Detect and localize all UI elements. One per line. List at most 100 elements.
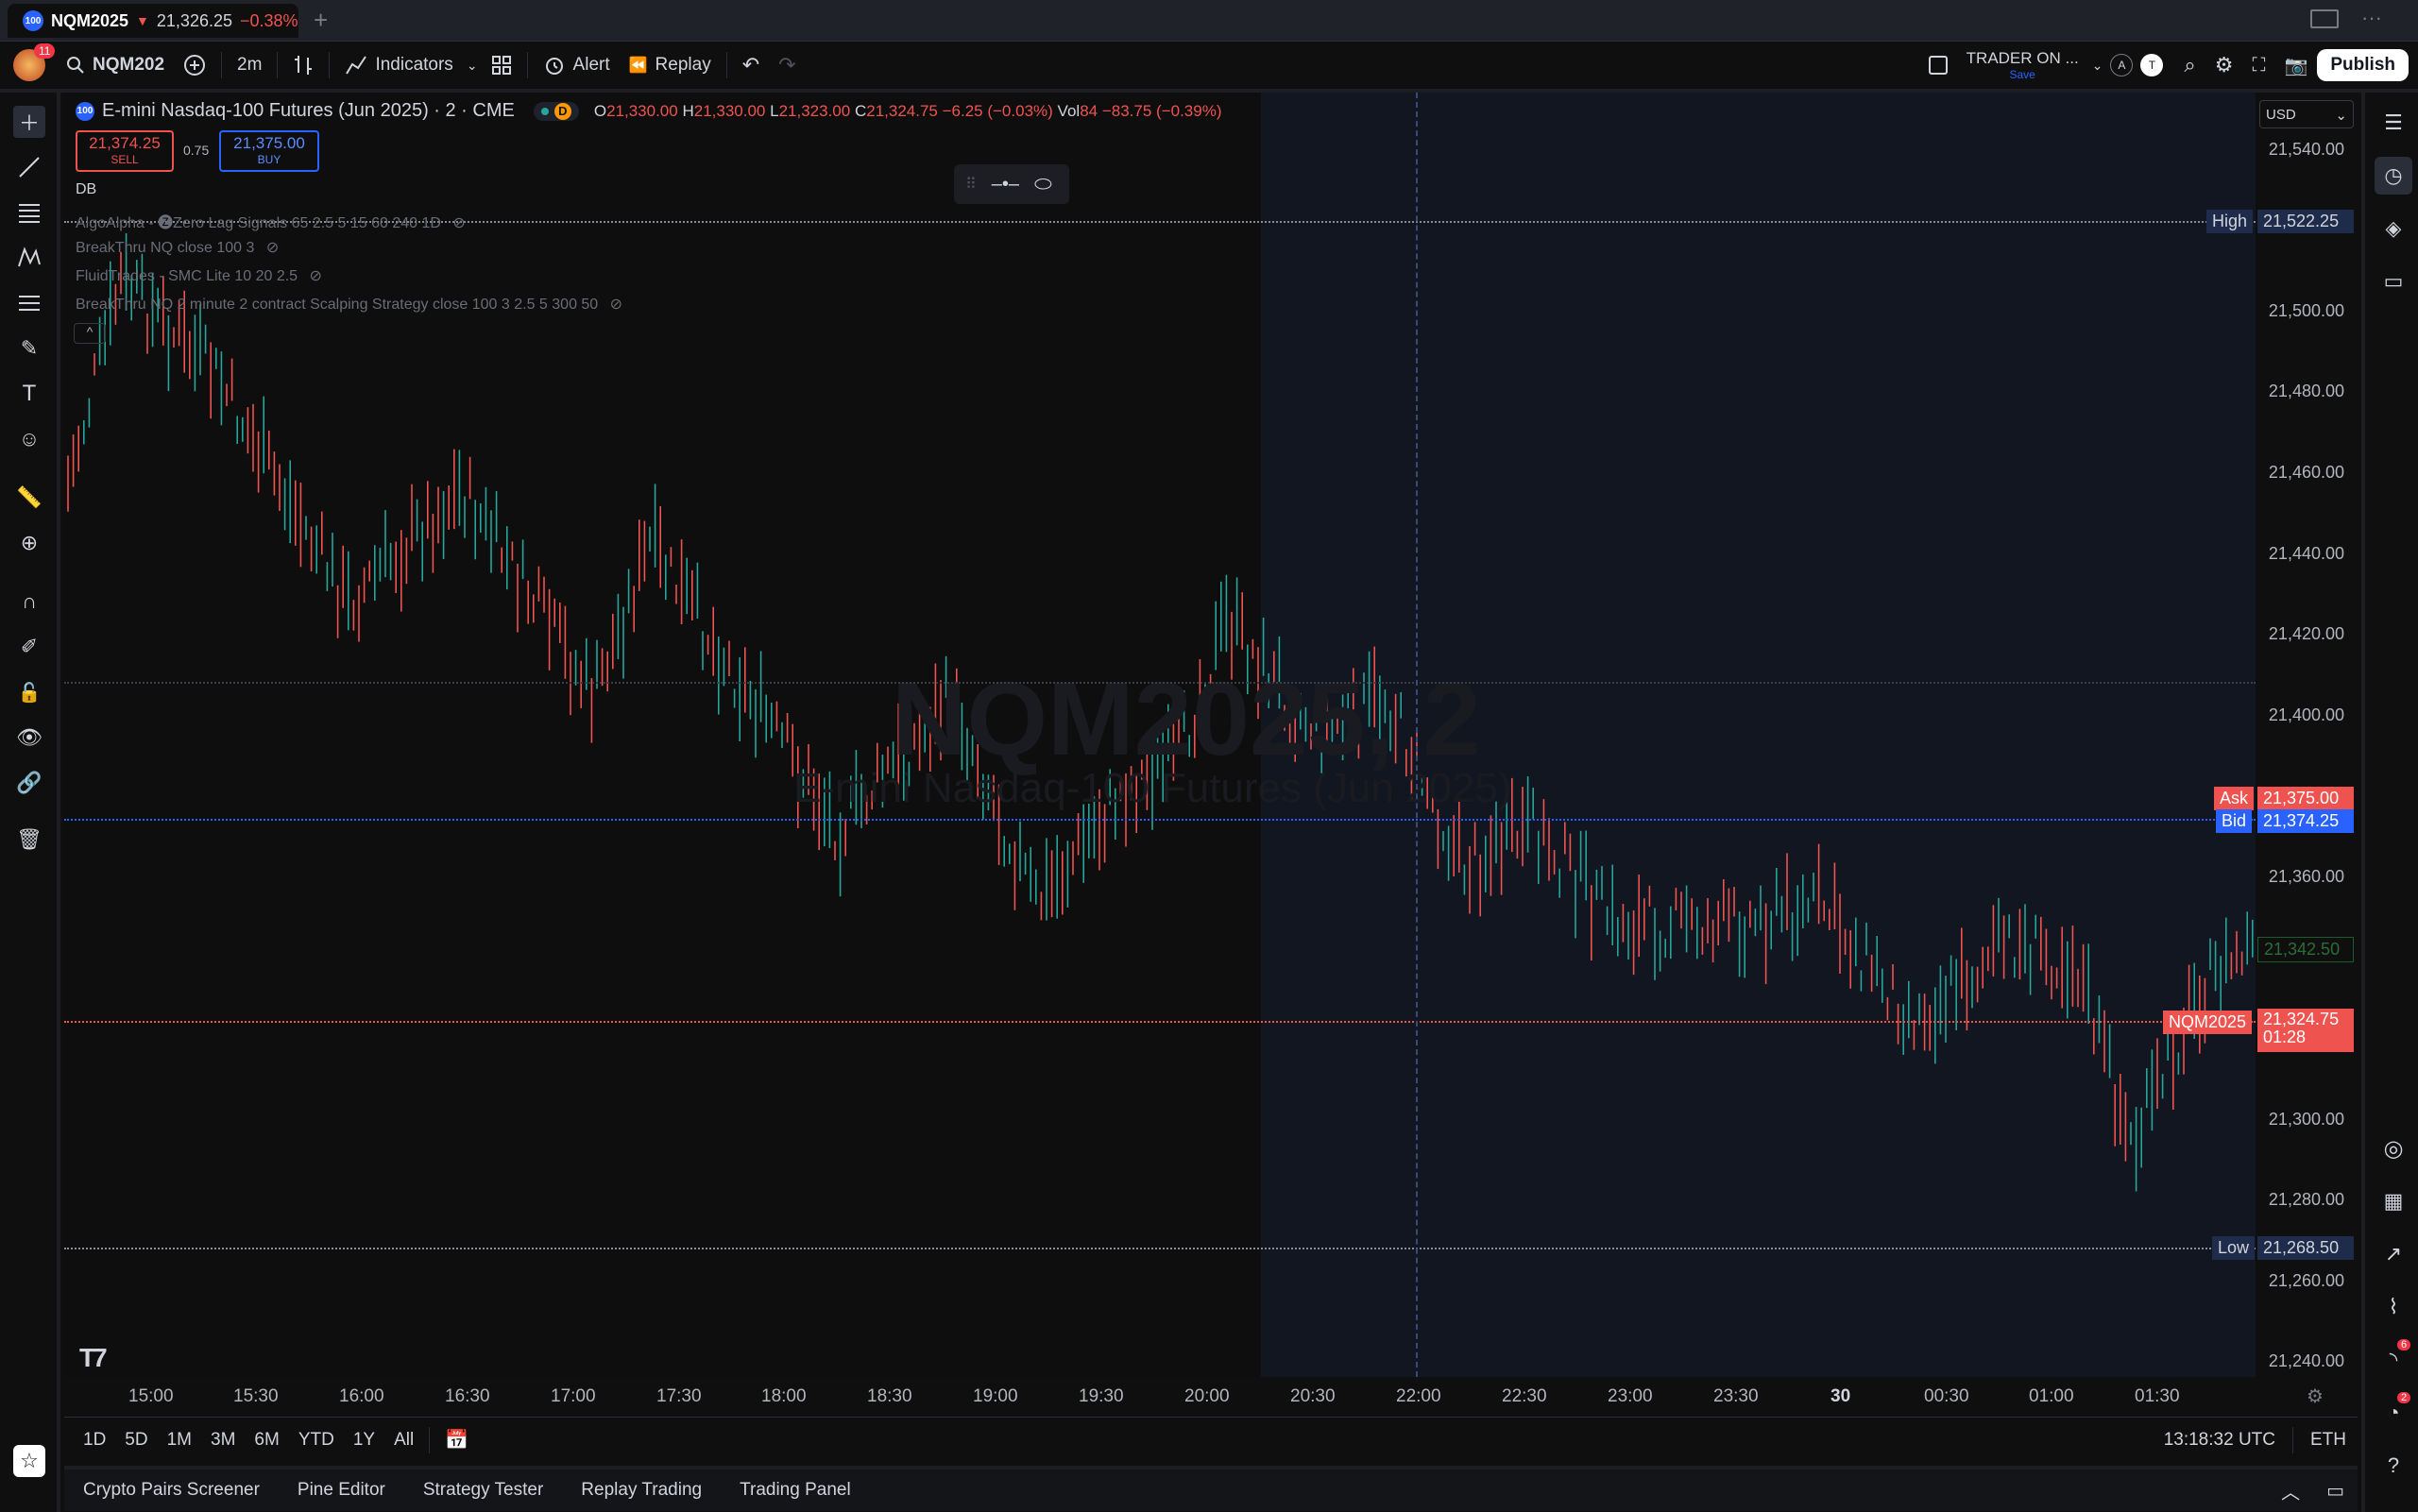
interval-text: 2m [237, 55, 263, 75]
measure-tool[interactable]: 📏 [13, 482, 45, 514]
replay-button[interactable]: ⏪ Replay [620, 46, 721, 84]
range-all[interactable]: All [384, 1430, 423, 1451]
high-value: 21,330.00 [693, 101, 766, 120]
indicator-row[interactable]: BreakThru NQ 2 minute 2 contract Scalpin… [76, 295, 622, 314]
snapshot-button[interactable]: 📷 [2274, 46, 2317, 84]
indicator-row[interactable]: AlgoAlpha - 🅩Zero Lag Signals 65 2.5 5 1… [76, 210, 466, 232]
new-tab-icon[interactable]: + [314, 6, 328, 35]
floating-toolbar[interactable]: ⠿ –•– ⬭ [954, 164, 1069, 204]
session-toggle[interactable]: ETH [2299, 1430, 2358, 1451]
indicator-row[interactable]: BreakThru NQ close 100 3 ⊘ [76, 238, 279, 257]
crosshair-tool[interactable]: ＋ [13, 106, 45, 138]
horizontal-line-icon[interactable]: –•– [992, 174, 1019, 195]
notifications-button[interactable]: ◔ 2 [2375, 1392, 2412, 1432]
low-label: L [770, 101, 779, 120]
eye-hidden-icon[interactable]: ⊘ [310, 268, 322, 284]
redo-button[interactable]: ↷ [769, 46, 805, 84]
help-button[interactable]: ? [2375, 1447, 2412, 1485]
news-button[interactable]: ◝ 6 [2375, 1339, 2412, 1379]
drag-handle-icon[interactable]: ⠿ [965, 175, 977, 194]
range-1y[interactable]: 1Y [344, 1430, 384, 1451]
price-scale[interactable]: USD ⌄ 21,540.00 21,500.00 21,480.00 21,46… [2256, 93, 2358, 1415]
quick-search-button[interactable]: ⌕ [2174, 46, 2205, 84]
tradingview-logo[interactable]: T7 [79, 1343, 108, 1373]
projection-tool[interactable] [13, 287, 45, 319]
alert-button[interactable]: Alert [534, 46, 620, 84]
eye-hidden-icon[interactable]: ⊘ [452, 215, 465, 231]
object-tree-button[interactable]: ◈ [2375, 210, 2412, 247]
trading-button[interactable]: ↗ [2375, 1235, 2412, 1273]
lock-tool[interactable]: 🔓 [13, 676, 45, 708]
settings-button[interactable]: ⚙ [2205, 46, 2243, 84]
emoji-tool[interactable]: ☺ [13, 423, 45, 455]
trendline-tool[interactable] [13, 151, 45, 183]
last-price-tag: 21,324.75 01:28 [2257, 1009, 2354, 1052]
shape-icon[interactable]: ⬭ [1034, 172, 1052, 196]
avatar-t[interactable]: T [2140, 54, 2164, 76]
indicator-label: AlgoAlpha - 🅩Zero Lag Signals 65 2.5 5 1… [76, 215, 441, 231]
tab-trading-panel[interactable]: Trading Panel [721, 1480, 870, 1501]
link-tool[interactable]: 🔗 [13, 767, 45, 799]
sell-button[interactable]: 21,374.25 SELL [76, 130, 174, 172]
calendar-button[interactable]: ▦ [2375, 1182, 2412, 1220]
market-status[interactable]: D [533, 101, 579, 121]
buy-button[interactable]: 21,375.00 BUY [219, 130, 319, 172]
pattern-tool[interactable] [13, 242, 45, 274]
chats-button[interactable]: ▭ [2375, 263, 2412, 300]
utc-clock[interactable]: 13:18:32 UTC [2153, 1430, 2287, 1451]
currency-select[interactable]: USD ⌄ [2259, 100, 2354, 128]
user-avatar[interactable]: 11 [13, 43, 56, 81]
range-3m[interactable]: 3M [201, 1430, 245, 1451]
spread-value: 0.75 [183, 143, 210, 158]
time-label: 23:00 [1608, 1386, 1653, 1406]
goto-date-button[interactable]: 📅 [435, 1428, 478, 1452]
layouts-button[interactable] [482, 46, 521, 84]
ideas-button[interactable]: ◎ [2375, 1130, 2412, 1167]
tab-replay-trading[interactable]: Replay Trading [562, 1480, 721, 1501]
undo-button[interactable]: ↶ [733, 46, 769, 84]
layout-checkbox[interactable] [1919, 46, 1957, 84]
range-1d[interactable]: 1D [64, 1430, 115, 1451]
interval-button[interactable]: 2m [228, 46, 271, 84]
range-5d[interactable]: 5D [115, 1430, 157, 1451]
indicator-row[interactable]: FluidTrades - SMC Lite 10 20 2.5 ⊘ [76, 266, 322, 285]
publish-button[interactable]: Publish [2317, 49, 2409, 81]
maximize-panel-icon[interactable]: ▭ [2313, 1479, 2358, 1503]
zoom-tool[interactable]: ⊕ [13, 527, 45, 559]
range-1m[interactable]: 1M [158, 1430, 201, 1451]
fib-tool[interactable] [13, 196, 45, 229]
more-icon[interactable]: ··· [2361, 6, 2382, 30]
tab-crypto-pairs-screener[interactable]: Crypto Pairs Screener [64, 1480, 279, 1501]
magnet-tool[interactable]: ∩ [13, 586, 45, 618]
chart-type-button[interactable] [283, 46, 323, 84]
text-tool[interactable]: T [13, 378, 45, 410]
watchlist-button[interactable]: ☰ [2375, 104, 2412, 142]
expand-panel-icon[interactable]: ︿ [2268, 1477, 2313, 1504]
layout-dropdown[interactable]: ⌄ [2088, 46, 2107, 84]
screen-icon[interactable] [2310, 9, 2339, 28]
range-ytd[interactable]: YTD [289, 1430, 344, 1451]
avatar-a[interactable]: A [2110, 54, 2134, 76]
eye-hidden-icon[interactable]: ⊘ [266, 240, 279, 256]
remove-tool[interactable]: 🗑 [13, 824, 45, 856]
tab-pine-editor[interactable]: Pine Editor [279, 1480, 404, 1501]
layout-name-button[interactable]: TRADER ON ... Save [1957, 46, 2088, 84]
scale-settings-icon[interactable]: ⚙ [2307, 1385, 2324, 1408]
compare-button[interactable] [174, 46, 215, 84]
range-6m[interactable]: 6M [245, 1430, 288, 1451]
alerts-panel-button[interactable]: ◷ [2375, 157, 2412, 195]
keep-drawing-tool[interactable]: ✐ [13, 631, 45, 663]
indicators-button[interactable]: Indicators [335, 46, 462, 84]
legend-title[interactable]: E-mini Nasdaq-100 Futures (Jun 2025) · 2… [102, 100, 515, 122]
indicators-dropdown[interactable]: ⌄ [463, 46, 482, 84]
collapse-legend-button[interactable]: ^ [74, 323, 106, 344]
eye-hidden-icon[interactable]: ⊘ [610, 297, 622, 313]
symbol-search-button[interactable]: NQM202 [57, 46, 174, 84]
brush-tool[interactable]: ✎ [13, 332, 45, 365]
hide-tool[interactable]: 👁 [13, 722, 45, 754]
favorites-button[interactable]: ☆ [13, 1445, 45, 1477]
fullscreen-button[interactable]: ⛶ [2242, 46, 2274, 84]
data-window-button[interactable]: ⌇ [2375, 1288, 2412, 1326]
tab-strategy-tester[interactable]: Strategy Tester [404, 1480, 562, 1501]
chart-tab[interactable]: 100 NQM2025 ▼ 21,326.25 −0.38% [8, 4, 298, 38]
